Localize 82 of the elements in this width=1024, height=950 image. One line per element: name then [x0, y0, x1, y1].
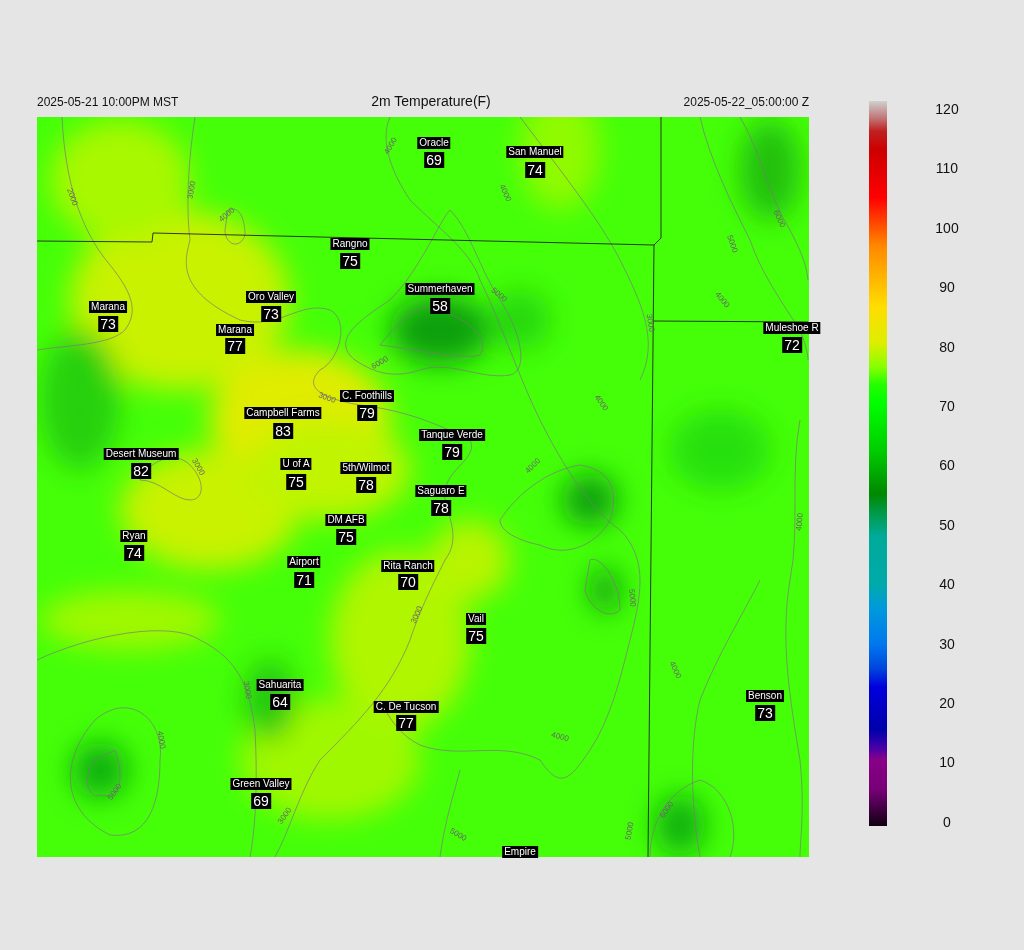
station-name: Desert Museum: [103, 448, 179, 460]
temperature-value: 78: [356, 477, 376, 493]
temperature-value: 72: [782, 337, 802, 353]
station-name: Empire: [502, 846, 538, 858]
scale-tick-label: 30: [938, 635, 956, 652]
station-name: Summerhaven: [405, 283, 475, 295]
scale-tick-label: 50: [938, 516, 956, 533]
temperature-value: 71: [294, 572, 314, 588]
contour-label: 5000: [725, 233, 740, 254]
station-name: C. Foothills: [340, 390, 394, 402]
temperature-value: 73: [755, 705, 775, 721]
contour-label: 3000: [644, 313, 657, 333]
temperature-value: 69: [424, 152, 444, 168]
temperature-value: 75: [466, 628, 486, 644]
scale-tick-label: 20: [938, 695, 956, 712]
scale-tick-label: 40: [938, 576, 956, 593]
map-title: 2m Temperature(F): [371, 93, 491, 109]
contour-label: 6000: [369, 354, 390, 371]
local-time-label: 2025-05-21 10:00PM MST: [37, 95, 179, 109]
contour-label: 3000: [241, 680, 254, 700]
station-name: Rita Ranch: [381, 560, 435, 572]
station-name: Marana: [216, 324, 254, 336]
scale-tick-label: 100: [934, 219, 960, 236]
scale-tick-label: 90: [938, 279, 956, 296]
station-name: Rangno: [330, 238, 370, 250]
station-name: C. De Tucson: [373, 701, 439, 713]
station-name: Tanque Verde: [419, 429, 485, 441]
contour-label: 4000: [497, 182, 514, 203]
contour-label: 5000: [627, 588, 638, 608]
scale-tick-label: 70: [938, 398, 956, 415]
temperature-value: 70: [398, 574, 418, 590]
scale-tick-label: 60: [938, 457, 956, 474]
station-name: Saguaro E: [415, 485, 467, 497]
station-name: Oracle: [417, 137, 451, 149]
station-name: Vail: [466, 613, 486, 625]
contour-label: 5000: [448, 826, 469, 843]
contour-label: 4000: [667, 659, 684, 680]
temperature-value: 75: [286, 474, 306, 490]
station-name: Ryan: [120, 530, 148, 542]
contour-label: 5000: [623, 821, 636, 841]
scale-tick-label: 120: [934, 101, 960, 117]
temperature-value: 58: [430, 298, 450, 314]
station-name: Muleshoe R: [763, 322, 821, 334]
contour-label: 3000: [185, 180, 198, 200]
station-name: Airport: [287, 556, 321, 568]
temperature-value: 77: [225, 338, 245, 354]
temperature-value: 77: [396, 715, 416, 731]
station-name: U of A: [280, 458, 312, 470]
station-name: Benson: [746, 690, 784, 702]
scale-tick-label: 80: [938, 338, 956, 355]
temperature-value: 64: [270, 694, 290, 710]
temperature-value: 73: [261, 306, 281, 322]
station-name: Sahuarita: [256, 679, 304, 691]
temperature-value: 75: [336, 529, 356, 545]
contour-label: 4000: [794, 512, 805, 532]
station-name: 5th/Wilmot: [340, 462, 392, 474]
contour-label: 4000: [550, 729, 570, 744]
temperature-value: 74: [124, 545, 144, 561]
station-name: Green Valley: [230, 778, 292, 790]
scale-tick-label: 110: [934, 160, 960, 177]
station-name: DM AFB: [325, 514, 367, 526]
scale-tick-label: 0: [942, 813, 952, 830]
temperature-value: 82: [131, 463, 151, 479]
contour-label: 4000: [155, 730, 168, 750]
station-name: San Manuel: [506, 146, 564, 158]
contour-label: 3000: [317, 390, 338, 405]
temperature-value: 79: [357, 405, 377, 421]
scale-tick-label: 10: [938, 754, 956, 771]
contour-label: 3000: [408, 604, 425, 625]
temperature-value: 79: [442, 444, 462, 460]
contour-label: 2000: [65, 186, 80, 207]
contour-label: 6000: [771, 208, 788, 229]
station-name: Marana: [89, 301, 127, 313]
temperature-value: 75: [340, 253, 360, 269]
temperature-value: 74: [525, 162, 545, 178]
temperature-value: 83: [273, 423, 293, 439]
temperature-value: 73: [98, 316, 118, 332]
station-name: Oro Valley: [246, 291, 296, 303]
valid-time-label: 2025-05-22_05:00:00 Z: [683, 95, 809, 109]
station-name: Campbell Farms: [244, 407, 322, 419]
temperature-value: 78: [431, 500, 451, 516]
temperature-value: 69: [251, 793, 271, 809]
